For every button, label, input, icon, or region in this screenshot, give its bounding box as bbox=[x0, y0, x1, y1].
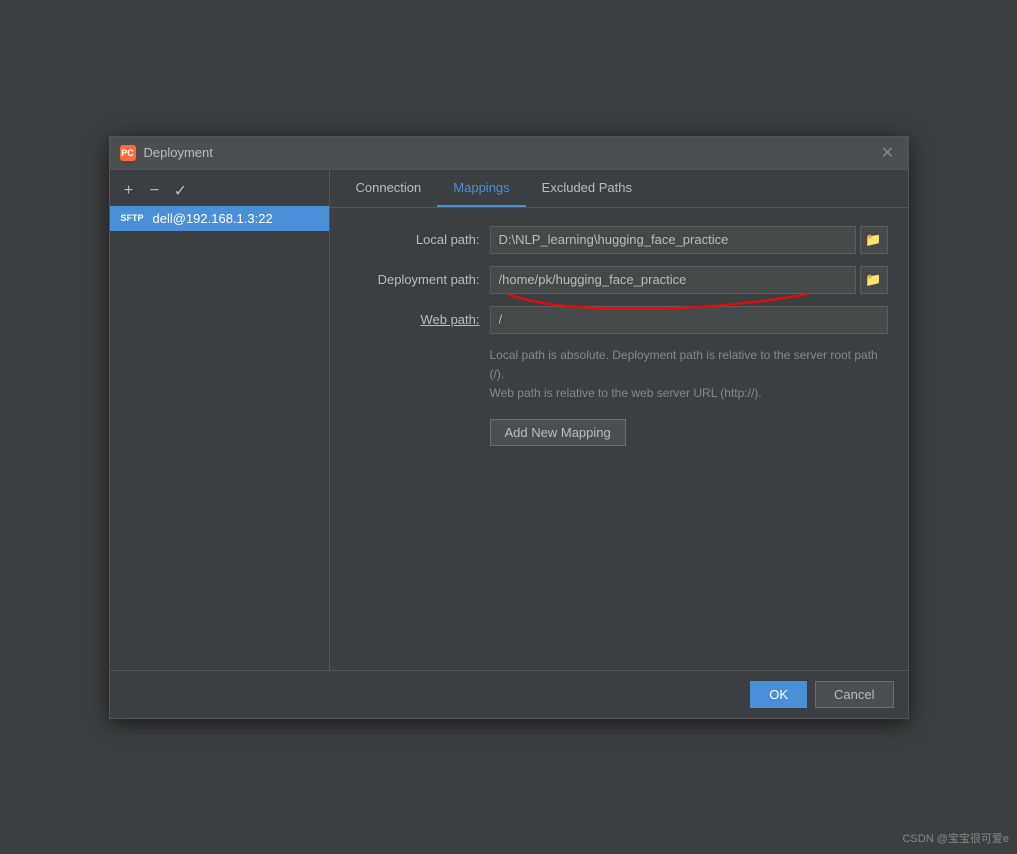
tab-connection[interactable]: Connection bbox=[340, 170, 438, 207]
web-path-row: Web path: bbox=[350, 306, 888, 334]
deployment-path-input[interactable] bbox=[490, 266, 856, 294]
tab-mappings[interactable]: Mappings bbox=[437, 170, 525, 207]
local-path-input[interactable] bbox=[490, 226, 856, 254]
app-icon: PC bbox=[120, 145, 136, 161]
watermark: CSDN @宝宝很可爱e bbox=[902, 830, 1009, 846]
form-area: Local path: 📁 Deployment path: 📁 bbox=[330, 208, 908, 670]
tab-excluded-paths[interactable]: Excluded Paths bbox=[526, 170, 648, 207]
sidebar-item-server[interactable]: SFTP dell@192.168.1.3:22 bbox=[110, 206, 329, 231]
server-label: dell@192.168.1.3:22 bbox=[153, 211, 273, 226]
hint-line1: Local path is absolute. Deployment path … bbox=[490, 346, 888, 384]
web-path-label: Web path: bbox=[350, 312, 490, 327]
hint-text: Local path is absolute. Deployment path … bbox=[490, 346, 888, 404]
confirm-button[interactable]: ✓ bbox=[170, 180, 192, 202]
deployment-path-label: Deployment path: bbox=[350, 272, 490, 287]
remove-server-button[interactable]: − bbox=[144, 180, 166, 202]
ok-button[interactable]: OK bbox=[750, 681, 807, 708]
folder-icon: 📁 bbox=[865, 232, 881, 248]
dialog-footer: OK Cancel bbox=[110, 670, 908, 718]
hint-line2: Web path is relative to the web server U… bbox=[490, 384, 888, 403]
local-path-label: Local path: bbox=[350, 232, 490, 247]
dialog-body: + − ✓ SFTP dell@192.168.1.3:22 Connectio… bbox=[110, 170, 908, 670]
web-path-input[interactable] bbox=[490, 306, 888, 334]
main-content: Connection Mappings Excluded Paths Local… bbox=[330, 170, 908, 670]
title-bar-left: PC Deployment bbox=[120, 145, 213, 161]
add-server-button[interactable]: + bbox=[118, 180, 140, 202]
folder-icon-2: 📁 bbox=[865, 272, 881, 288]
web-path-input-wrap bbox=[490, 306, 888, 334]
add-new-mapping-button[interactable]: Add New Mapping bbox=[490, 419, 626, 446]
cancel-button[interactable]: Cancel bbox=[815, 681, 893, 708]
local-path-row: Local path: 📁 bbox=[350, 226, 888, 254]
sidebar-toolbar: + − ✓ bbox=[110, 176, 329, 206]
dialog-title: Deployment bbox=[144, 145, 213, 160]
tabs-bar: Connection Mappings Excluded Paths bbox=[330, 170, 908, 208]
sftp-badge: SFTP bbox=[118, 212, 147, 224]
local-path-input-wrap: 📁 bbox=[490, 226, 888, 254]
deployment-path-input-wrap: 📁 bbox=[490, 266, 888, 294]
deployment-path-row: Deployment path: 📁 bbox=[350, 266, 888, 294]
sidebar: + − ✓ SFTP dell@192.168.1.3:22 bbox=[110, 170, 330, 670]
title-bar: PC Deployment ✕ bbox=[110, 137, 908, 170]
deployment-path-folder-button[interactable]: 📁 bbox=[860, 266, 888, 294]
local-path-folder-button[interactable]: 📁 bbox=[860, 226, 888, 254]
close-button[interactable]: ✕ bbox=[878, 143, 898, 163]
deployment-dialog: PC Deployment ✕ + − ✓ SFTP dell@192.168.… bbox=[109, 136, 909, 719]
